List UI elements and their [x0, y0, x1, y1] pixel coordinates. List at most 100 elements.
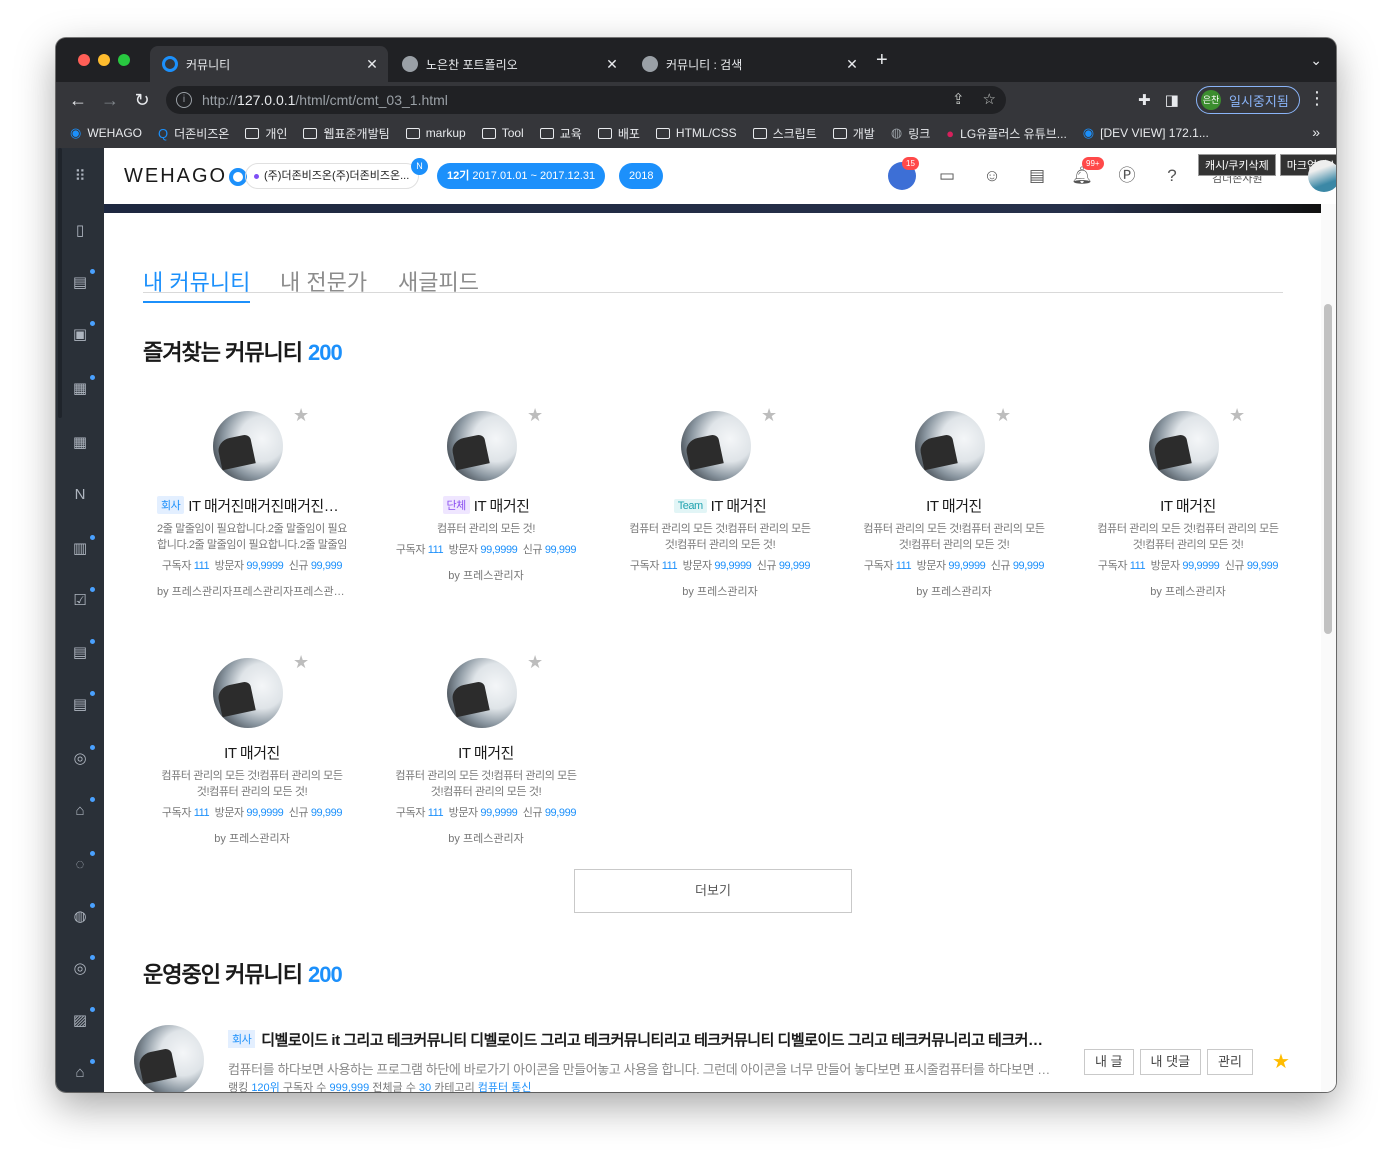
extensions-puzzle-icon[interactable]: ✚ — [1138, 91, 1151, 109]
messenger-icon[interactable]: ☺ — [978, 162, 1006, 190]
character-avatar-icon[interactable]: 15 — [888, 157, 919, 190]
running-community-item[interactable]: 회사 디벨로이드 it 그리고 테크커뮤니티 디벨로이드 그리고 테크커뮤니티리고… — [134, 1025, 1304, 1092]
clear-cache-button[interactable]: 캐시/쿠키삭제 — [1198, 154, 1276, 176]
year-button[interactable]: 2018 — [619, 163, 664, 189]
bookmark-item[interactable]: ◉ WEHAGO — [70, 125, 142, 141]
forward-button[interactable]: → — [94, 90, 126, 111]
manage-button[interactable]: 관리 — [1207, 1049, 1253, 1075]
report-icon[interactable]: ▥ — [69, 535, 95, 560]
community-title[interactable]: Team IT 매거진 — [625, 495, 815, 516]
close-tab-icon[interactable]: ✕ — [362, 56, 382, 73]
doc-cloud2-icon[interactable]: ▦ — [69, 432, 91, 454]
favorite-star-icon[interactable]: ★ — [995, 405, 1011, 426]
more-button[interactable]: 더보기 — [574, 869, 852, 913]
doc-w-icon[interactable]: ▣ — [69, 321, 95, 346]
security-icon[interactable]: ⌂ — [69, 797, 95, 822]
doc-cloud-icon[interactable]: ▦ — [69, 375, 95, 400]
browser-menu-icon[interactable]: ⋮ — [1308, 88, 1326, 109]
community-card[interactable]: ★ IT 매거진 컴퓨터 관리의 모든 것!컴퓨터 관리의 모든 것!컴퓨터 관리의… — [391, 652, 581, 858]
community-card[interactable]: ★ IT 매거진 컴퓨터 관리의 모든 것!컴퓨터 관리의 모든 것!컴퓨터 관리의… — [1093, 405, 1283, 611]
minimize-window-button[interactable] — [98, 54, 110, 66]
back-button[interactable]: ← — [62, 90, 94, 111]
running-community-title[interactable]: 회사 디벨로이드 it 그리고 테크커뮤니티 디벨로이드 그리고 테크커뮤니티리고… — [228, 1029, 1054, 1050]
favorite-star-icon[interactable]: ★ — [1272, 1049, 1290, 1074]
community-title[interactable]: 단체 IT 매거진 — [391, 495, 581, 516]
sms-icon[interactable]: ◌ — [69, 851, 95, 876]
tab-new-feed[interactable]: 새글피드 — [398, 265, 479, 297]
community-card[interactable]: ★ 회사 IT 매거진매거진매거진매거진 2줄 말줄임이 필요합니다.2줄 말줄임이 … — [157, 405, 347, 611]
community-title[interactable]: IT 매거진 — [391, 742, 581, 763]
community-card[interactable]: ★ IT 매거진 컴퓨터 관리의 모든 것!컴퓨터 관리의 모든 것!컴퓨터 관리의… — [859, 405, 1049, 611]
bookmark-item[interactable]: markup — [405, 126, 466, 140]
scrollbar-thumb[interactable] — [1324, 304, 1332, 634]
my-comments-button[interactable]: 내 댓글 — [1139, 1049, 1202, 1075]
close-window-button[interactable] — [78, 54, 90, 66]
favorite-star-icon[interactable]: ★ — [761, 405, 777, 426]
video-call-icon[interactable]: ▭ — [933, 162, 961, 190]
bell-icon[interactable]: 🔔︎ 99+ — [1068, 157, 1104, 190]
close-tab-icon[interactable]: ✕ — [842, 56, 862, 73]
tab-my-community[interactable]: 내 커뮤니티 — [143, 265, 251, 303]
browser-tab-1[interactable]: 커뮤니티 ✕ — [150, 46, 388, 82]
tab-my-experts[interactable]: 내 전문가 — [280, 265, 367, 297]
close-tab-icon[interactable]: ✕ — [602, 56, 622, 73]
bookmark-item[interactable]: 배포 — [597, 125, 640, 142]
my-posts-button[interactable]: 내 글 — [1084, 1049, 1134, 1075]
doc-list-icon[interactable]: ▤ — [69, 639, 95, 664]
point-icon[interactable]: Ⓟ — [1113, 162, 1141, 190]
doc-settings-icon[interactable]: ▤ — [69, 691, 95, 716]
community-card[interactable]: ★ Team IT 매거진 컴퓨터 관리의 모든 것!컴퓨터 관리의 모든 것!컴퓨터… — [625, 405, 815, 611]
doc-a-icon[interactable]: ▤ — [69, 269, 95, 294]
favorite-star-icon[interactable]: ★ — [1229, 405, 1245, 426]
notes-icon[interactable]: ▤ — [1023, 162, 1051, 190]
bookmark-item[interactable]: ◍ 링크 — [891, 125, 930, 142]
site-info-icon[interactable]: i — [176, 92, 192, 108]
browser-tab-2[interactable]: 노은찬 포트폴리오 ✕ — [390, 46, 628, 82]
bookmark-item[interactable]: Q 더존비즈온 — [158, 125, 229, 142]
security2-icon[interactable]: ⌂ — [69, 1059, 95, 1084]
favorite-star-icon[interactable]: ★ — [293, 652, 309, 673]
community-title[interactable]: IT 매거진 — [859, 495, 1049, 516]
apps-grid-icon[interactable]: ⠿ — [69, 166, 91, 188]
community-card[interactable]: ★ 단체 IT 매거진 컴퓨터 관리의 모든 것! 구독자 111 방문자 99,999… — [391, 405, 581, 611]
page-scrollbar[interactable] — [1321, 204, 1336, 1092]
bookmark-item[interactable]: ● LG유플러스 유튜브... — [946, 125, 1066, 142]
help-icon[interactable]: ? — [1158, 162, 1186, 190]
profile-button[interactable]: 은찬 일시중지됨 — [1196, 86, 1300, 114]
browser-tab-3[interactable]: 커뮤니티 : 검색 ✕ — [630, 46, 868, 82]
community-title[interactable]: IT 매거진 — [157, 742, 347, 763]
company-selector[interactable]: (주)더존비즈온(주)더존비즈온... — [245, 163, 419, 189]
bookmark-item[interactable]: 개발 — [832, 125, 875, 142]
reload-button[interactable]: ↻ — [126, 90, 158, 111]
chart-icon[interactable]: ▨ — [69, 1007, 95, 1032]
bookmark-item[interactable]: Tool — [481, 126, 524, 140]
share-icon[interactable]: ⇪ — [952, 90, 965, 108]
www-icon[interactable]: ◎ — [69, 745, 95, 770]
wehago-logo[interactable]: WEHAGO — [124, 165, 248, 188]
user-settings-icon[interactable]: ◍ — [69, 903, 95, 928]
bookmark-item[interactable]: 교육 — [539, 125, 582, 142]
new-tab-button[interactable]: + — [876, 50, 888, 70]
side-panel-icon[interactable]: ◨ — [1165, 91, 1179, 109]
search-user-icon[interactable]: ◎ — [69, 955, 95, 980]
user-avatar[interactable] — [1308, 160, 1336, 192]
tab-search-icon[interactable]: ⌄ — [1310, 52, 1322, 69]
community-card[interactable]: ★ IT 매거진 컴퓨터 관리의 모든 것!컴퓨터 관리의 모든 것!컴퓨터 관리의… — [157, 652, 347, 858]
bookmark-item[interactable]: 웹표준개발팀 — [303, 125, 390, 142]
maximize-window-button[interactable] — [118, 54, 130, 66]
community-title[interactable]: IT 매거진 — [1093, 495, 1283, 516]
favorite-star-icon[interactable]: ★ — [293, 405, 309, 426]
favorite-star-icon[interactable]: ★ — [527, 405, 543, 426]
bookmark-item[interactable]: 스크립트 — [752, 125, 817, 142]
address-bar[interactable]: i http://127.0.0.1/html/cmt/cmt_03_1.htm… — [166, 86, 1006, 114]
fiscal-period-button[interactable]: 12기 2017.01.01 ~ 2017.12.31 — [437, 163, 606, 189]
bookmark-star-icon[interactable]: ☆ — [983, 90, 996, 108]
bookmark-item[interactable]: HTML/CSS — [655, 126, 737, 140]
bookmarks-overflow-button[interactable]: » — [1312, 124, 1320, 140]
na-icon[interactable]: N — [69, 484, 91, 506]
bookmark-item[interactable]: ◉ [DEV VIEW] 172.1... — [1083, 125, 1209, 141]
favorite-star-icon[interactable]: ★ — [527, 652, 543, 673]
book-icon[interactable]: ▯ — [69, 220, 91, 242]
bookmark-item[interactable]: 개인 — [245, 125, 287, 142]
community-title[interactable]: 회사 IT 매거진매거진매거진매거진 — [157, 495, 347, 516]
